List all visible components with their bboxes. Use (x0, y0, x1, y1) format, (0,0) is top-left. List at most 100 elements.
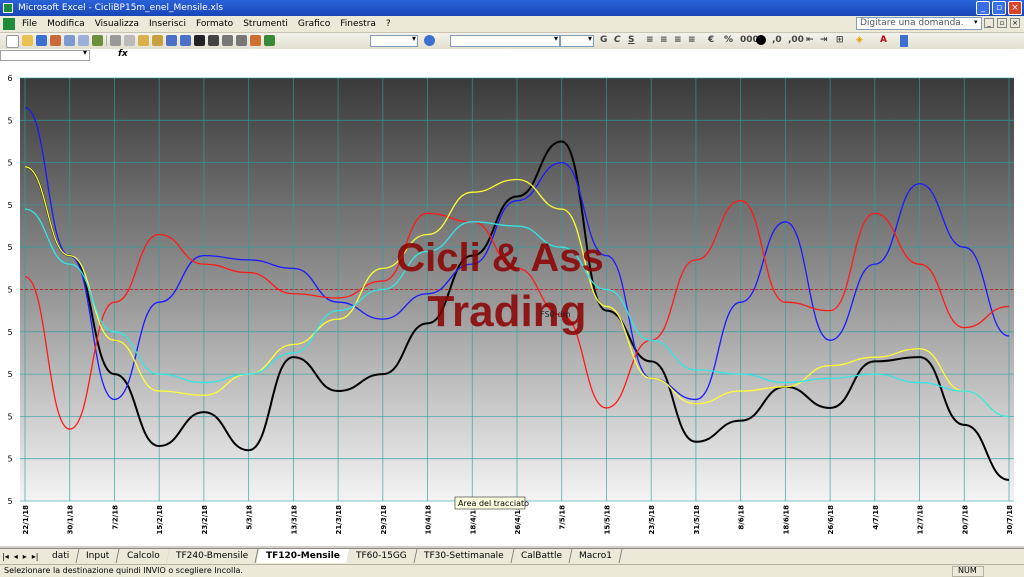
y-tick-label: 6 (7, 74, 12, 83)
y-tick-label: 5 (7, 286, 12, 295)
borders-icon[interactable]: ⊞ (836, 35, 844, 45)
underline-icon[interactable]: S (628, 35, 634, 45)
chart-wizard-icon[interactable] (250, 35, 261, 46)
x-tick-label: 7/2/18 (111, 505, 119, 530)
menu-file[interactable]: File (22, 16, 37, 32)
increase-decimal-icon[interactable]: ,0 (772, 35, 782, 45)
bold-icon[interactable]: G (600, 35, 607, 45)
font-name-combo[interactable] (450, 34, 560, 47)
menu-visualizza[interactable]: Visualizza (95, 16, 139, 32)
last-sheet-icon[interactable]: ▸| (32, 552, 39, 561)
sort-descending-icon[interactable] (236, 35, 247, 46)
cut-icon[interactable] (110, 35, 121, 46)
x-tick-label: 15/2/18 (156, 505, 164, 535)
x-tick-label: 13/3/18 (290, 505, 298, 535)
decrease-decimal-icon[interactable]: ,00 (788, 35, 804, 45)
x-tick-label: 26/4/18 (514, 505, 522, 535)
format-painter-icon[interactable] (152, 35, 163, 46)
sort-ascending-icon[interactable] (222, 35, 233, 46)
fx-icon[interactable]: fx (118, 49, 128, 59)
euro-icon[interactable] (756, 35, 766, 45)
menu-bar: File Modifica Visualizza Inserisci Forma… (0, 16, 1024, 33)
tab-input[interactable]: Input (76, 549, 121, 563)
menu-formato[interactable]: Formato (196, 16, 233, 32)
doc-restore-icon[interactable]: ▫ (997, 18, 1007, 28)
y-tick-label: 5 (7, 497, 12, 506)
help-icon[interactable] (424, 35, 435, 46)
tab-tf60-15gg[interactable]: TF60-15GG (346, 549, 418, 563)
window-title: Microsoft Excel - CicliBP15m_enel_Mensil… (18, 3, 224, 13)
menu-inserisci[interactable]: Inserisci (149, 16, 186, 32)
new-icon[interactable] (6, 35, 19, 48)
toolbar-options-icon[interactable] (900, 35, 908, 47)
merge-center-icon[interactable]: ≡ (688, 35, 696, 45)
x-tick-label: 4/7/18 (872, 505, 880, 530)
menu-strumenti[interactable]: Strumenti (243, 16, 288, 32)
tab-tf240-bmensile[interactable]: TF240-Bmensile (166, 549, 260, 563)
decrease-indent-icon[interactable]: ⇤ (806, 35, 814, 45)
menu-help[interactable]: ? (386, 16, 391, 32)
x-tick-label: 30/1/18 (67, 505, 75, 535)
workbook-icon[interactable] (3, 18, 15, 30)
align-left-icon[interactable]: ≡ (646, 35, 654, 45)
autosum-icon[interactable] (208, 35, 219, 46)
maximize-icon[interactable]: ▫ (992, 1, 1006, 15)
open-icon[interactable] (22, 35, 33, 46)
name-box[interactable] (0, 48, 90, 61)
x-tick-label: 8/6/18 (738, 505, 746, 530)
tab-macro1[interactable]: Macro1 (569, 549, 623, 563)
num-lock-indicator: NUM (958, 566, 977, 575)
minimize-icon[interactable]: _ (976, 1, 990, 15)
y-tick-label: 5 (7, 201, 12, 210)
status-message: Selezionare la destinazione quindi INVIO… (4, 566, 243, 575)
copy-icon[interactable] (124, 35, 135, 46)
font-size-combo[interactable] (560, 34, 594, 47)
permission-icon[interactable] (50, 35, 61, 46)
undo-icon[interactable] (166, 35, 177, 46)
ask-question-input[interactable]: Digitare una domanda. (856, 17, 982, 30)
redo-icon[interactable] (180, 35, 191, 46)
align-center-icon[interactable]: ≡ (660, 35, 668, 45)
menu-grafico[interactable]: Grafico (298, 16, 330, 32)
font-color-icon[interactable]: A (880, 35, 887, 45)
hyperlink-icon[interactable] (194, 35, 205, 46)
next-sheet-icon[interactable]: ▸ (23, 552, 27, 561)
first-sheet-icon[interactable]: |◂ (2, 552, 9, 561)
window-titlebar: Microsoft Excel - CicliBP15m_enel_Mensil… (0, 0, 1024, 16)
print-preview-icon[interactable] (78, 35, 89, 46)
italic-icon[interactable]: C (614, 35, 621, 45)
paste-icon[interactable] (138, 35, 149, 46)
sheet-tab-bar: |◂ ◂ ▸ ▸| dati Input Calcolo TF240-Bmens… (0, 548, 1024, 565)
doc-minimize-icon[interactable]: _ (984, 18, 994, 28)
print-icon[interactable] (64, 35, 75, 46)
percent-icon[interactable]: % (724, 35, 733, 45)
prev-sheet-icon[interactable]: ◂ (14, 552, 18, 561)
chart-svg[interactable]: 6 5 5 5 5 5 5 5 5 5 5 22/1/18 30/1/18 7/2/18 15/2/18 2… (0, 63, 1024, 546)
drawing-icon[interactable] (264, 35, 275, 46)
x-tick-label: 18/6/18 (782, 505, 790, 535)
chevron-down-icon[interactable]: ▾ (974, 18, 980, 26)
close-icon[interactable]: × (1008, 1, 1022, 15)
doc-close-icon[interactable]: × (1010, 18, 1020, 28)
save-icon[interactable] (36, 35, 47, 46)
x-tick-label: 10/4/18 (425, 505, 433, 535)
tab-calbattle[interactable]: CalBattle (511, 549, 573, 563)
zoom-combo[interactable] (370, 34, 418, 47)
tab-calcolo[interactable]: Calcolo (117, 549, 170, 563)
currency-icon[interactable]: € (708, 35, 714, 45)
x-tick-label: 20/7/18 (961, 505, 969, 535)
spelling-icon[interactable] (92, 35, 103, 46)
menu-modifica[interactable]: Modifica (47, 16, 85, 32)
tab-tf120-mensile[interactable]: TF120-Mensile (256, 549, 350, 563)
tab-dati[interactable]: dati (42, 549, 80, 563)
fill-color-icon[interactable]: ◈ (856, 35, 863, 45)
align-right-icon[interactable]: ≡ (674, 35, 682, 45)
series-label: FS0-dm (540, 310, 571, 319)
increase-indent-icon[interactable]: ⇥ (820, 35, 828, 45)
chart-area[interactable]: 6 5 5 5 5 5 5 5 5 5 5 22/1/18 30/1/18 7/2/18 15/2/18 2… (0, 63, 1024, 546)
document-window-controls: _ ▫ × (984, 18, 1020, 28)
standard-toolbar: G C S ≡ ≡ ≡ ≡ € % 000 ,0 ,00 ⇤ ⇥ ⊞ ◈ A (0, 33, 1024, 50)
tab-tf30-settimanale[interactable]: TF30-Settimanale (414, 549, 515, 563)
x-tick-label: 5/3/18 (246, 505, 254, 530)
menu-finestra[interactable]: Finestra (340, 16, 376, 32)
